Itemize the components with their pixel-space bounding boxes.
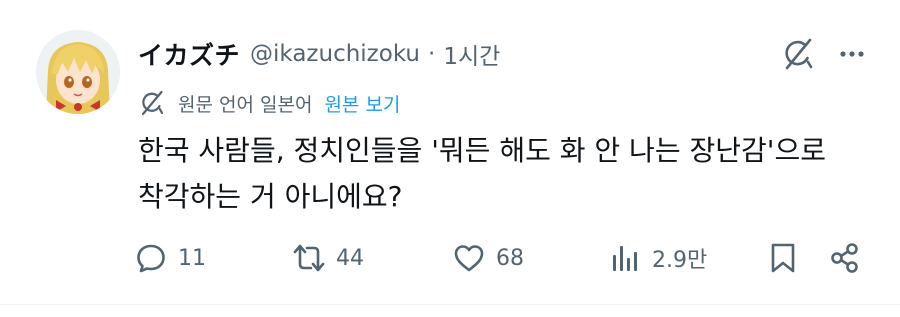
translation-label: 원문 언어 일본어	[178, 93, 313, 116]
translation-notice: 원문 언어 일본어 원본 보기	[138, 88, 400, 118]
author-display-name[interactable]: イカズチ	[138, 36, 240, 72]
analytics-bar-chart-icon	[608, 241, 642, 275]
views-button[interactable]: 2.9만	[608, 236, 707, 280]
bookmark-button[interactable]	[766, 236, 800, 280]
more-options-icon[interactable]	[838, 40, 866, 68]
tweet-text: 한국 사람들, 정치인들을 '뭐든 해도 화 안 나는 장난감'으로 착각하는 …	[138, 134, 826, 213]
retweet-icon	[292, 241, 326, 275]
show-original-link[interactable]: 원본 보기	[324, 90, 400, 117]
tweet-action-bar: 11 44 68 2.9만	[134, 236, 870, 280]
like-button[interactable]: 68	[452, 236, 524, 280]
retweet-button[interactable]: 44	[292, 236, 364, 280]
share-button[interactable]	[828, 236, 862, 280]
share-icon	[828, 241, 862, 275]
bookmark-icon	[766, 241, 800, 275]
avatar[interactable]	[36, 30, 120, 114]
reply-count: 11	[178, 245, 206, 271]
tweet-top-actions	[780, 36, 866, 72]
tweet-header: イカズチ @ikazuchizoku · 1시간	[138, 34, 500, 74]
tweet-timestamp[interactable]: 1시간	[443, 37, 500, 71]
views-count: 2.9만	[652, 248, 708, 273]
heart-icon	[452, 241, 486, 275]
like-count: 68	[496, 245, 524, 271]
separator-dot: ·	[428, 41, 436, 67]
tweet-divider	[0, 304, 900, 305]
avatar-image	[36, 30, 120, 114]
reply-icon	[134, 241, 168, 275]
retweet-count: 44	[336, 245, 364, 271]
author-handle[interactable]: @ikazuchizoku	[250, 41, 420, 67]
grok-translate-icon	[138, 89, 166, 117]
reply-button[interactable]: 11	[134, 236, 206, 280]
tweet[interactable]: イカズチ @ikazuchizoku · 1시간 원문 언어 일본어 원본 보기…	[0, 0, 900, 304]
grok-icon[interactable]	[780, 36, 816, 72]
